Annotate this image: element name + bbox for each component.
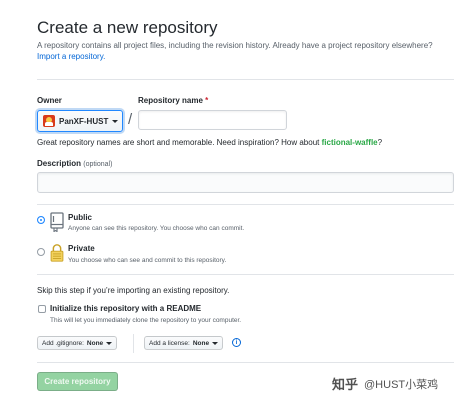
- owner-avatar: [43, 115, 55, 127]
- init-readme-label: Initialize this repository with a README: [50, 304, 202, 313]
- repo-name-label-text: Repository name: [138, 96, 203, 105]
- public-option-title: Public: [68, 213, 93, 222]
- watermark: 知乎 @HUST小菜鸡: [332, 374, 438, 393]
- name-hint-text: Great repository names are short and mem…: [37, 138, 320, 147]
- required-mark: *: [205, 96, 209, 105]
- public-option-desc: Anyone can see this repository. You choo…: [68, 225, 245, 232]
- info-icon[interactable]: i: [232, 338, 241, 347]
- page-title: Create a new repository: [37, 18, 218, 37]
- create-repository-button[interactable]: Create repository: [37, 372, 118, 391]
- name-suggestion-link[interactable]: fictional-waffle: [322, 138, 378, 147]
- license-select[interactable]: Add a license: None: [144, 336, 224, 350]
- owner-label: Owner: [37, 96, 62, 105]
- page-subtitle: A repository contains all project files,…: [37, 41, 433, 50]
- description-divider: [37, 204, 454, 205]
- description-label: Description (optional): [37, 159, 112, 168]
- license-prefix: Add a license:: [149, 339, 190, 347]
- repo-name-label: Repository name *: [138, 96, 208, 105]
- license-value: None: [192, 339, 210, 347]
- init-readme-desc: This will let you immediately clone the …: [50, 317, 242, 324]
- public-repo-icon: [50, 212, 64, 232]
- description-input[interactable]: [37, 172, 454, 193]
- repository-name-input[interactable]: [138, 110, 287, 130]
- init-readme-checkbox[interactable]: [38, 305, 46, 313]
- gitignore-select[interactable]: Add .gitignore: None: [37, 336, 118, 350]
- name-hint-end: ?: [377, 138, 383, 147]
- owner-name: PanXF-HUST: [59, 116, 109, 126]
- watermark-logo-text: 知乎: [332, 377, 359, 392]
- import-repository-link[interactable]: Import a repository.: [37, 52, 105, 61]
- chevron-down-icon: [212, 341, 219, 345]
- chevron-down-icon: [106, 341, 113, 345]
- skip-note: Skip this step if you’re importing an ex…: [37, 286, 230, 295]
- chevron-down-icon: [112, 119, 119, 123]
- header-divider: [37, 79, 454, 80]
- visibility-divider: [37, 274, 454, 275]
- watermark-handle: @HUST小菜鸡: [364, 378, 439, 391]
- gitignore-value: None: [86, 339, 104, 347]
- lock-icon: [50, 244, 64, 262]
- description-label-text: Description: [37, 159, 82, 168]
- private-radio[interactable]: [37, 248, 45, 256]
- gitignore-prefix: Add .gitignore:: [42, 339, 84, 347]
- name-hint: Great repository names are short and mem…: [37, 138, 382, 147]
- owner-repo-separator: /: [128, 111, 133, 128]
- public-radio[interactable]: [37, 216, 45, 224]
- init-divider: [37, 362, 454, 363]
- private-option-title: Private: [68, 244, 95, 253]
- owner-select[interactable]: PanXF-HUST: [37, 110, 123, 132]
- select-separator: [133, 334, 134, 353]
- private-option-desc: You choose who can see and commit to thi…: [68, 257, 227, 264]
- description-optional: (optional): [83, 161, 113, 168]
